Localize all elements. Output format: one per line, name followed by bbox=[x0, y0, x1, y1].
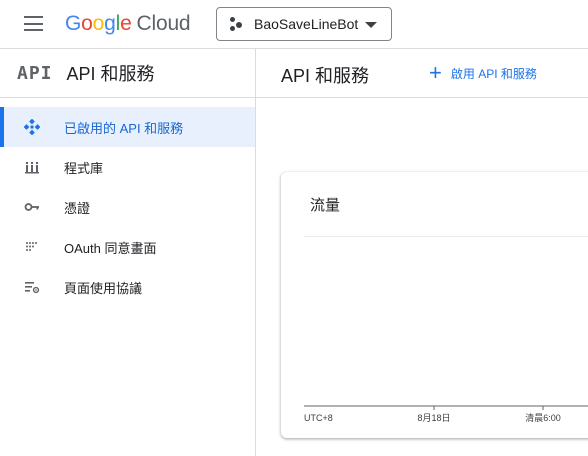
logo-letter: o bbox=[92, 12, 105, 35]
sidebar-item-label: 憑證 bbox=[64, 200, 91, 216]
sidebar: API API 和服務 已啟用的 API 和服務 程式庫 憑證 OAuth 同意… bbox=[0, 49, 256, 456]
key-icon bbox=[24, 203, 39, 211]
sidebar-item-page-usage-agreement[interactable]: 頁面使用協議 bbox=[0, 267, 255, 307]
project-picker[interactable]: BaoSaveLineBot bbox=[216, 7, 392, 41]
menu-icon[interactable] bbox=[24, 16, 43, 31]
x-tick-label: UTC+8 bbox=[304, 413, 333, 423]
page-usage-agreement-icon bbox=[25, 282, 40, 294]
logo-letter: G bbox=[65, 12, 82, 35]
logo-letter: g bbox=[104, 12, 116, 35]
enable-apis-label: 啟用 API 和服務 bbox=[450, 66, 537, 81]
top-bar: Google Cloud BaoSaveLineBot bbox=[0, 0, 588, 49]
sidebar-item-credentials[interactable]: 憑證 bbox=[0, 187, 255, 227]
enable-apis-button[interactable]: + 啟用 API 和服務 bbox=[429, 60, 537, 85]
logo-suffix: Cloud bbox=[136, 12, 191, 35]
plus-icon: + bbox=[429, 60, 442, 85]
sidebar-item-enabled-apis[interactable]: 已啟用的 API 和服務 bbox=[0, 107, 255, 147]
traffic-chart: UTC+8 8月18日 清晨6:00 bbox=[304, 405, 588, 423]
sidebar-item-label: 頁面使用協議 bbox=[64, 280, 143, 296]
logo-letter: e bbox=[120, 12, 132, 35]
project-icon bbox=[229, 17, 243, 31]
x-tick-label: 8月18日 bbox=[417, 413, 450, 423]
main-header: API 和服務 + 啟用 API 和服務 bbox=[256, 49, 588, 98]
sidebar-header: API API 和服務 bbox=[0, 49, 255, 98]
sidebar-item-label: OAuth 同意畫面 bbox=[64, 240, 157, 256]
sidebar-nav: 已啟用的 API 和服務 程式庫 憑證 OAuth 同意畫面 頁面使用協議 bbox=[0, 107, 255, 307]
page-title: API 和服務 bbox=[281, 66, 370, 86]
library-icon bbox=[25, 162, 39, 174]
logo-letter: o bbox=[81, 12, 93, 35]
sidebar-item-oauth-consent[interactable]: OAuth 同意畫面 bbox=[0, 227, 255, 267]
chevron-down-icon bbox=[365, 22, 377, 28]
sidebar-item-library[interactable]: 程式庫 bbox=[0, 147, 255, 187]
oauth-consent-icon bbox=[26, 242, 37, 251]
api-badge-icon: API bbox=[17, 62, 53, 84]
traffic-card: 流量 UTC+8 8月18日 清晨6:00 bbox=[281, 172, 588, 438]
x-tick-label: 清晨6:00 bbox=[525, 412, 561, 423]
google-cloud-logo[interactable]: Google Cloud bbox=[65, 12, 191, 36]
sidebar-title: API 和服務 bbox=[66, 64, 155, 84]
api-diamond-icon bbox=[24, 119, 40, 135]
sidebar-item-label: 已啟用的 API 和服務 bbox=[64, 120, 184, 136]
main-content: API 和服務 + 啟用 API 和服務 流量 UTC+8 8月18日 清晨6:00 bbox=[256, 49, 588, 456]
project-name: BaoSaveLineBot bbox=[254, 16, 359, 32]
sidebar-item-label: 程式庫 bbox=[64, 160, 104, 176]
